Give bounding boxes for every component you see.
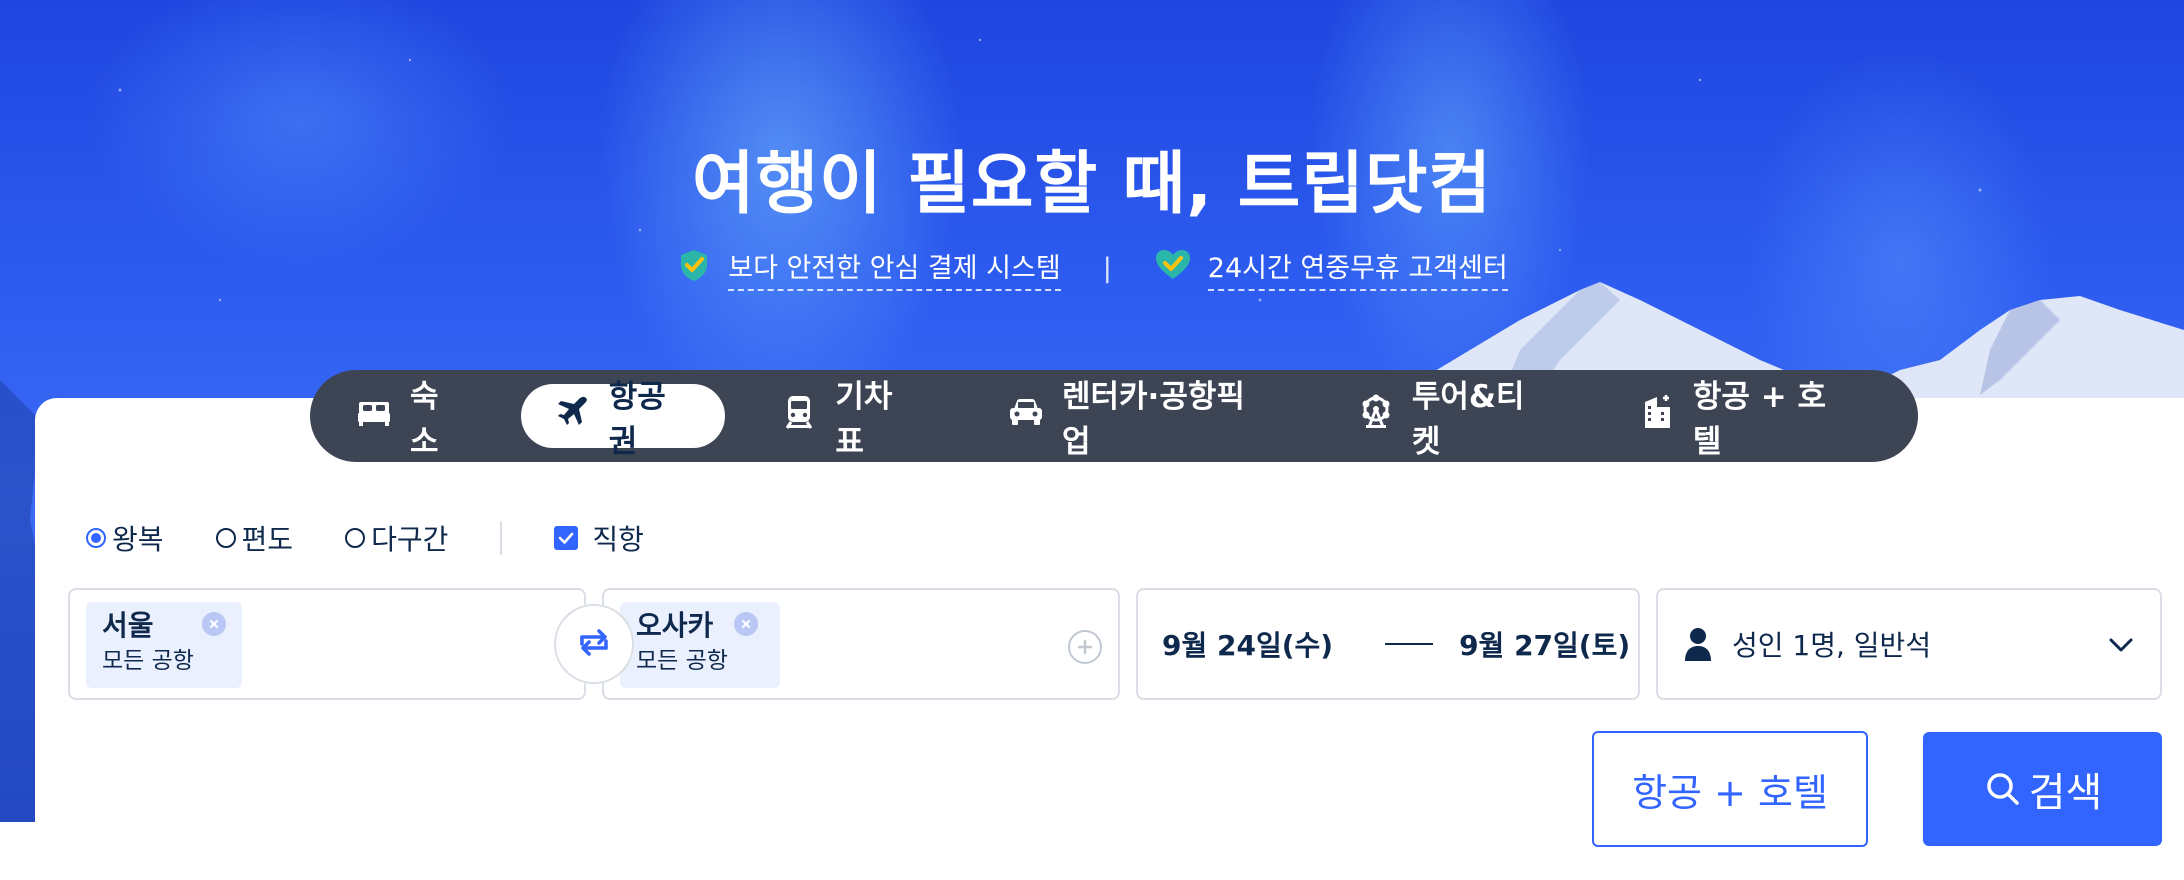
tab-hotels[interactable]: 숙소 — [322, 379, 499, 460]
flight-hotel-search-button[interactable]: 항공 + 호텔 — [1592, 731, 1868, 847]
radio-selected-indicator — [86, 528, 106, 548]
search-button[interactable]: 검색 — [1923, 732, 2162, 846]
chevron-down-icon — [2108, 632, 2134, 665]
checkbox-direct-flight[interactable]: 직항 — [554, 518, 644, 558]
trust-separator: | — [1102, 253, 1112, 284]
options-divider — [500, 521, 503, 555]
bed-icon — [356, 394, 392, 438]
add-destination-icon[interactable] — [1068, 630, 1102, 664]
passenger-summary: 성인 1명, 일반석 — [1658, 590, 2160, 698]
tab-flight-hotel[interactable]: 항공 + 호텔 — [1605, 379, 1884, 460]
tab-label: 투어&티켓 — [1411, 379, 1525, 460]
trust-item-support: 24시간 연중무휴 고객센터 — [1154, 246, 1508, 291]
date-field[interactable]: 9월 24일(수) 9월 27일(토) — [1136, 588, 1640, 700]
radio-indicator — [345, 528, 366, 548]
checkbox-label: 직항 — [592, 523, 644, 556]
trust-item-payment: 보다 안전한 안심 결제 시스템 — [676, 246, 1061, 291]
car-icon — [1008, 394, 1044, 438]
radio-one-way[interactable]: 편도 — [215, 518, 294, 558]
origin-field[interactable]: 서울 모든 공항 — [68, 588, 586, 700]
radio-indicator — [215, 528, 236, 548]
depart-date: 9월 24일(수) — [1162, 629, 1334, 662]
trust-badges: 보다 안전한 안심 결제 시스템 | 24시간 연중무휴 고객센터 — [0, 246, 2184, 291]
trust-label-support[interactable]: 24시간 연중무휴 고객센터 — [1207, 246, 1508, 291]
trip-type-options: 왕복 편도 다구간 직항 — [86, 518, 644, 558]
swap-cities-button[interactable] — [554, 604, 634, 684]
page-title: 여행이 필요할 때, 트립닷컴 — [691, 145, 1492, 224]
radio-round-trip[interactable]: 왕복 — [86, 518, 164, 558]
origin-chip: 서울 모든 공항 — [86, 602, 242, 688]
tab-trains[interactable]: 기차표 — [747, 379, 952, 460]
date-separator — [1385, 643, 1434, 645]
building-icon — [1639, 394, 1675, 438]
date-range: 9월 24일(수) 9월 27일(토) — [1138, 590, 1638, 698]
airplane-icon — [555, 394, 591, 438]
ferris-wheel-icon — [1358, 394, 1394, 438]
passenger-class-field[interactable]: 성인 1명, 일반석 — [1656, 588, 2162, 700]
tab-flights[interactable]: 항공권 — [520, 379, 726, 460]
radio-label: 편도 — [241, 523, 294, 556]
tab-car-rental[interactable]: 렌터카·공항픽업 — [974, 379, 1302, 460]
return-date: 9월 27일(토) — [1459, 629, 1631, 662]
shield-check-icon — [676, 247, 712, 290]
tab-label: 항공권 — [608, 379, 666, 460]
checkmark-icon — [554, 526, 579, 550]
heart-check-icon — [1154, 248, 1192, 289]
clear-origin-icon[interactable] — [202, 612, 226, 636]
radio-multi-city[interactable]: 다구간 — [345, 518, 448, 558]
product-tabs: 숙소 항공권 기차표 렌터카·공항픽업 투어&티켓 항공 + 호텔 — [310, 370, 1918, 462]
clear-destination-icon[interactable] — [734, 612, 758, 636]
swap-arrows-icon — [574, 624, 614, 664]
search-icon — [1983, 769, 2023, 809]
passenger-label: 성인 1명, 일반석 — [1732, 629, 1932, 662]
origin-airport: 모든 공항 — [102, 648, 194, 674]
trust-label-payment[interactable]: 보다 안전한 안심 결제 시스템 — [728, 246, 1061, 291]
radio-label: 다구간 — [371, 523, 449, 556]
destination-airport: 모든 공항 — [636, 648, 728, 674]
tab-label: 숙소 — [410, 379, 439, 460]
person-icon — [1684, 627, 1712, 661]
destination-field[interactable]: 오사카 모든 공항 — [602, 588, 1120, 700]
tab-tours-tickets[interactable]: 투어&티켓 — [1324, 379, 1583, 460]
tab-label: 렌터카·공항픽업 — [1062, 379, 1245, 460]
tab-label: 항공 + 호텔 — [1692, 379, 1827, 460]
train-icon — [781, 394, 817, 438]
radio-label: 왕복 — [112, 523, 164, 556]
tab-label: 기차표 — [835, 379, 893, 460]
search-button-label: 검색 — [2028, 770, 2103, 816]
destination-chip: 오사카 모든 공항 — [620, 602, 780, 688]
